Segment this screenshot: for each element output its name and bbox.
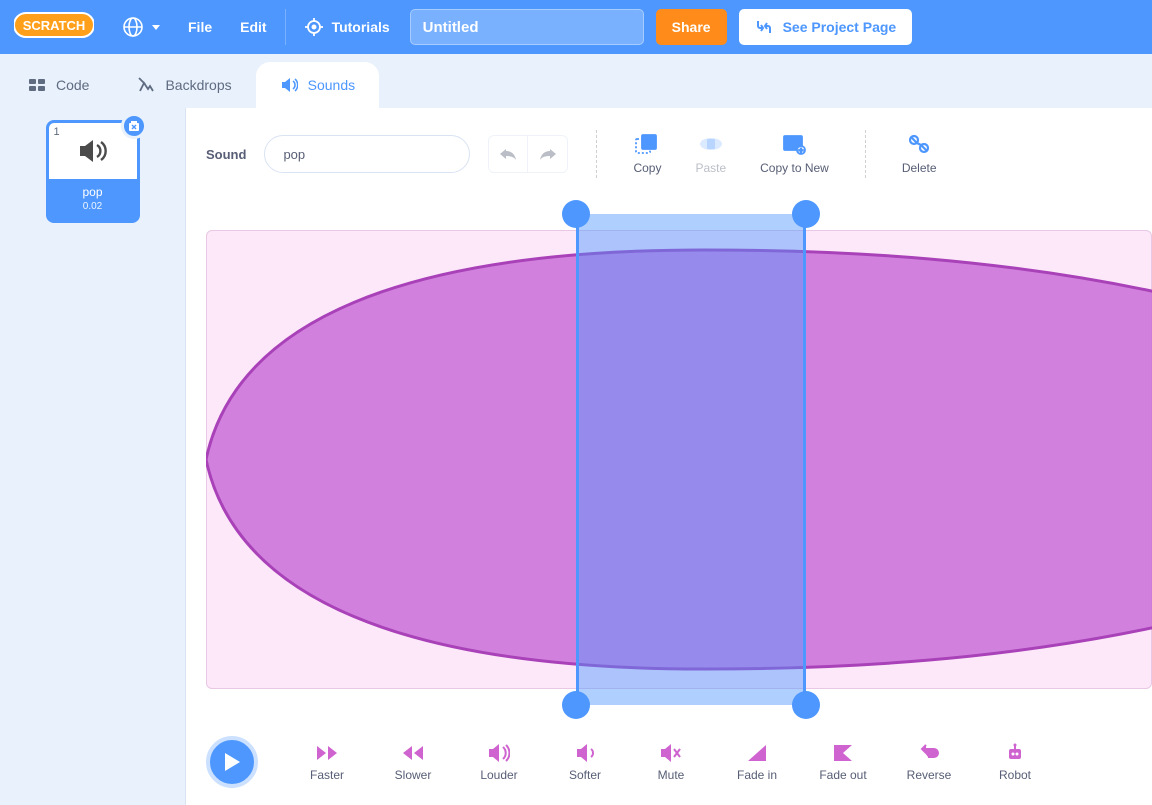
effects-toolbar: Faster Slower Louder Softer Mute Fade in… — [186, 719, 1152, 805]
editor-toolbar: Sound + Copy Paste + Copy to New — [186, 108, 1152, 200]
separator — [865, 130, 866, 178]
separator — [285, 9, 286, 45]
tab-bar: Code Backdrops Sounds — [0, 54, 1152, 108]
thumbnail-info: pop 0.02 — [49, 179, 137, 220]
thumbnail-name: pop — [49, 185, 137, 199]
robot-button[interactable]: Robot — [978, 743, 1052, 782]
tab-sounds-label: Sounds — [308, 77, 355, 93]
fade-in-button[interactable]: Fade in — [720, 743, 794, 782]
thumbnail-duration: 0.02 — [49, 201, 137, 212]
sound-thumbnail[interactable]: 1 pop 0.02 — [46, 120, 140, 223]
undo-redo-group — [488, 135, 568, 173]
louder-button[interactable]: Louder — [462, 743, 536, 782]
top-menu-bar: SCRATCH File Edit Tutorials Share See Pr… — [0, 0, 1152, 54]
tab-code[interactable]: Code — [4, 62, 113, 108]
separator — [596, 130, 597, 178]
selection-handle-bottom-right[interactable] — [792, 691, 820, 719]
fade-in-label: Fade in — [737, 768, 777, 782]
faster-label: Faster — [310, 768, 344, 782]
sound-list-sidebar: 1 pop 0.02 — [0, 108, 186, 805]
file-menu[interactable]: File — [174, 0, 226, 54]
mute-label: Mute — [658, 768, 685, 782]
slower-button[interactable]: Slower — [376, 743, 450, 782]
robot-label: Robot — [999, 768, 1031, 782]
delete-label: Delete — [902, 161, 937, 175]
softer-button[interactable]: Softer — [548, 743, 622, 782]
tab-sounds[interactable]: Sounds — [256, 62, 379, 108]
sound-editor: Sound + Copy Paste + Copy to New — [186, 108, 1152, 805]
thumbnail-preview: 1 — [49, 123, 137, 179]
reverse-label: Reverse — [907, 768, 952, 782]
fade-out-label: Fade out — [819, 768, 866, 782]
reverse-button[interactable]: Reverse — [892, 743, 966, 782]
selection-handle-top-right[interactable] — [792, 200, 820, 228]
copy-label: Copy — [633, 161, 661, 175]
see-project-label: See Project Page — [783, 19, 897, 35]
delete-button[interactable]: Delete — [894, 133, 945, 175]
paste-label: Paste — [695, 161, 726, 175]
edit-menu[interactable]: Edit — [226, 0, 280, 54]
content-area: 1 pop 0.02 Sound + Copy Paste — [0, 108, 1152, 805]
waveform-area[interactable] — [206, 200, 1152, 719]
selection-region[interactable] — [576, 214, 806, 705]
sound-name-label: Sound — [206, 147, 246, 162]
tab-code-label: Code — [56, 77, 89, 93]
faster-button[interactable]: Faster — [290, 743, 364, 782]
selection-handle-top-left[interactable] — [562, 200, 590, 228]
copy-button[interactable]: + Copy — [625, 133, 669, 175]
undo-button[interactable] — [488, 135, 528, 173]
copy-to-new-button[interactable]: + Copy to New — [752, 133, 837, 175]
redo-button[interactable] — [528, 135, 568, 173]
language-menu[interactable] — [108, 0, 174, 54]
softer-label: Softer — [569, 768, 601, 782]
svg-text:SCRATCH: SCRATCH — [23, 18, 86, 33]
fade-out-button[interactable]: Fade out — [806, 743, 880, 782]
file-label: File — [188, 19, 212, 35]
edit-label: Edit — [240, 19, 266, 35]
scratch-logo[interactable]: SCRATCH — [14, 9, 94, 46]
tab-backdrops-label: Backdrops — [165, 77, 231, 93]
louder-label: Louder — [480, 768, 517, 782]
copy-new-label: Copy to New — [760, 161, 829, 175]
slower-label: Slower — [395, 768, 432, 782]
tutorials-button[interactable]: Tutorials — [290, 0, 404, 54]
selection-handle-bottom-left[interactable] — [562, 691, 590, 719]
tab-backdrops[interactable]: Backdrops — [113, 62, 255, 108]
project-title-input[interactable] — [410, 9, 644, 45]
share-button[interactable]: Share — [656, 9, 727, 45]
svg-text:+: + — [799, 146, 804, 155]
svg-text:+: + — [647, 137, 653, 148]
thumbnail-index: 1 — [54, 126, 60, 138]
see-project-button[interactable]: See Project Page — [739, 9, 913, 45]
sound-name-input[interactable] — [264, 135, 470, 173]
paste-button: Paste — [687, 133, 734, 175]
play-button[interactable] — [206, 736, 258, 788]
tutorials-label: Tutorials — [332, 19, 390, 35]
mute-button[interactable]: Mute — [634, 743, 708, 782]
